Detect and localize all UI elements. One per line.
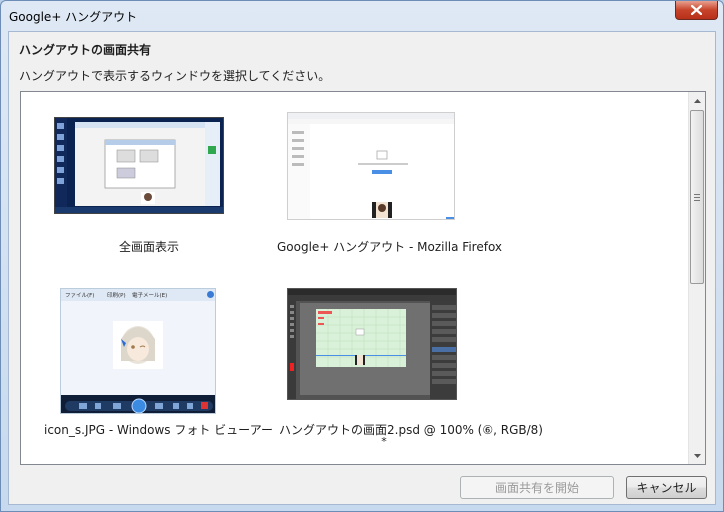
dialog-content: ハングアウトの画面共有 ハングアウトで表示するウィンドウを選択してください。 全…: [8, 31, 716, 505]
photo-viewer-menubar: ファイル(F) 印刷(P) 電子メール(E): [61, 289, 215, 301]
start-share-button[interactable]: 画面共有を開始: [460, 476, 614, 499]
close-button[interactable]: [675, 1, 718, 20]
cancel-button[interactable]: キャンセル: [626, 476, 707, 499]
title-bar[interactable]: Google+ ハングアウト: [1, 1, 723, 31]
list-scrollbar[interactable]: [688, 92, 705, 464]
grip-icon: [694, 192, 700, 203]
scroll-thumb[interactable]: [690, 110, 704, 284]
window-item-firefox[interactable]: Google+ ハングアウト - Mozilla Firefox: [277, 112, 503, 262]
chevron-up-icon: [693, 98, 701, 103]
window-item-label: icon_s.JPG - Windows フォト ビューアー: [44, 423, 273, 437]
window-item-label: Google+ ハングアウト - Mozilla Firefox: [277, 240, 503, 254]
menu-print: 印刷(P): [107, 293, 126, 299]
dialog-heading: ハングアウトの画面共有: [19, 43, 152, 57]
window-list: 全画面表示 Google+ ハングアウト - Mozilla Firefox フ…: [20, 91, 706, 465]
window-item-label: 全画面表示: [118, 240, 179, 254]
scroll-down-button[interactable]: [689, 447, 705, 464]
close-icon: [691, 5, 702, 15]
window-thumbnail: ファイル(F) 印刷(P) 電子メール(E): [60, 288, 216, 414]
dialog-instruction: ハングアウトで表示するウィンドウを選択してください。: [19, 69, 331, 83]
window-item-label-continued: *: [381, 435, 387, 448]
chevron-down-icon: [693, 453, 701, 458]
window-item-fullscreen[interactable]: 全画面表示: [44, 112, 254, 262]
window-thumbnail: [287, 288, 457, 400]
menu-file: ファイル(F): [65, 293, 95, 299]
menu-email: 電子メール(E): [132, 293, 168, 299]
window-thumbnail: [287, 112, 455, 220]
window-thumbnail: [54, 117, 224, 214]
help-icon: [207, 291, 214, 298]
window-title: Google+ ハングアウト: [9, 10, 138, 24]
window-item-photo-viewer[interactable]: ファイル(F) 印刷(P) 電子メール(E) icon_s.JPG - Wind…: [44, 286, 273, 446]
scroll-up-button[interactable]: [689, 92, 705, 109]
window-item-photoshop[interactable]: ハングアウトの画面2.psd @ 100% (⑥, RGB/8) *: [279, 286, 543, 456]
dialog-window: Google+ ハングアウト ハングアウトの画面共有 ハングアウトで表示するウィ…: [0, 0, 724, 512]
